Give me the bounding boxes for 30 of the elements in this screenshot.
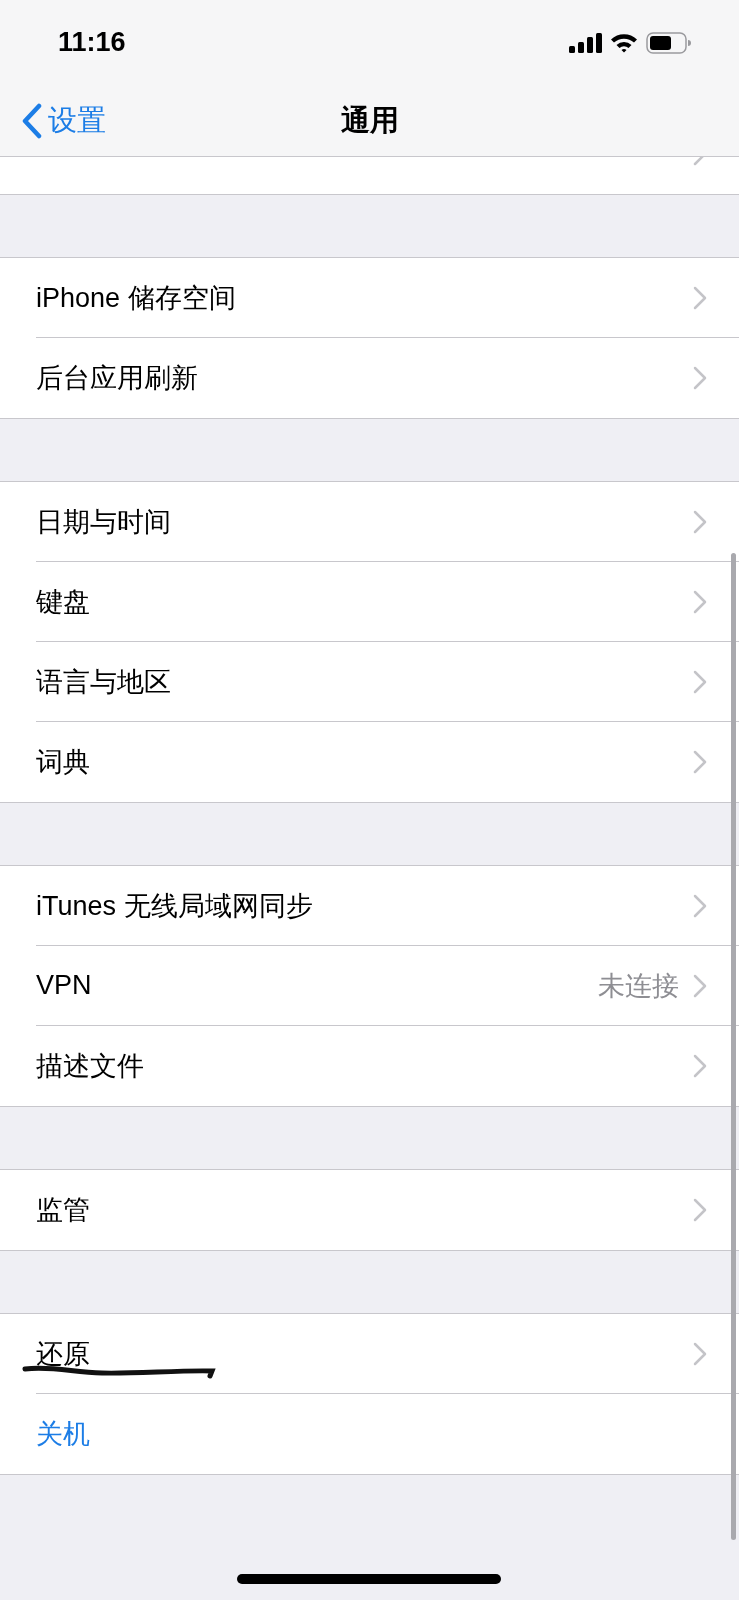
row-label[interactable]: 日期与时间 bbox=[36, 503, 693, 540]
chevron-icon bbox=[693, 893, 707, 918]
row-label[interactable]: VPN bbox=[36, 970, 598, 1001]
row-label[interactable]: 键盘 bbox=[36, 583, 693, 620]
row-label[interactable]: 描述文件 bbox=[36, 1048, 693, 1084]
chevron-icon bbox=[693, 1341, 707, 1366]
row-label[interactable]: 后台应用刷新 bbox=[36, 360, 693, 396]
back-button[interactable]: 设置 bbox=[22, 100, 106, 141]
row-label[interactable]: iPhone 储存空间 bbox=[36, 279, 693, 316]
back-chevron-icon bbox=[22, 102, 42, 139]
chevron-icon bbox=[693, 1198, 707, 1222]
row-label[interactable]: 语言与地区 bbox=[36, 663, 693, 700]
action-link[interactable]: 关机 bbox=[36, 1416, 707, 1452]
status-time: 11:16 bbox=[58, 27, 126, 58]
chevron-icon bbox=[693, 669, 707, 694]
chevron-icon bbox=[693, 589, 707, 614]
battery-icon bbox=[646, 31, 691, 54]
nav-title: 通用 bbox=[340, 103, 399, 136]
chevron-icon bbox=[693, 750, 707, 774]
row-label[interactable]: 词典 bbox=[36, 744, 693, 780]
signal-icon bbox=[569, 32, 602, 53]
row-label[interactable]: 还原 bbox=[36, 1335, 693, 1372]
row-value: 未连接 bbox=[598, 969, 679, 1003]
chevron-icon bbox=[693, 285, 707, 310]
row-label[interactable]: iTunes 无线局域网同步 bbox=[36, 887, 693, 924]
chevron-icon bbox=[693, 366, 707, 390]
chevron-icon bbox=[693, 1054, 707, 1078]
chevron-icon bbox=[693, 973, 707, 998]
chevron-icon bbox=[693, 509, 707, 534]
wifi-icon bbox=[610, 32, 638, 53]
